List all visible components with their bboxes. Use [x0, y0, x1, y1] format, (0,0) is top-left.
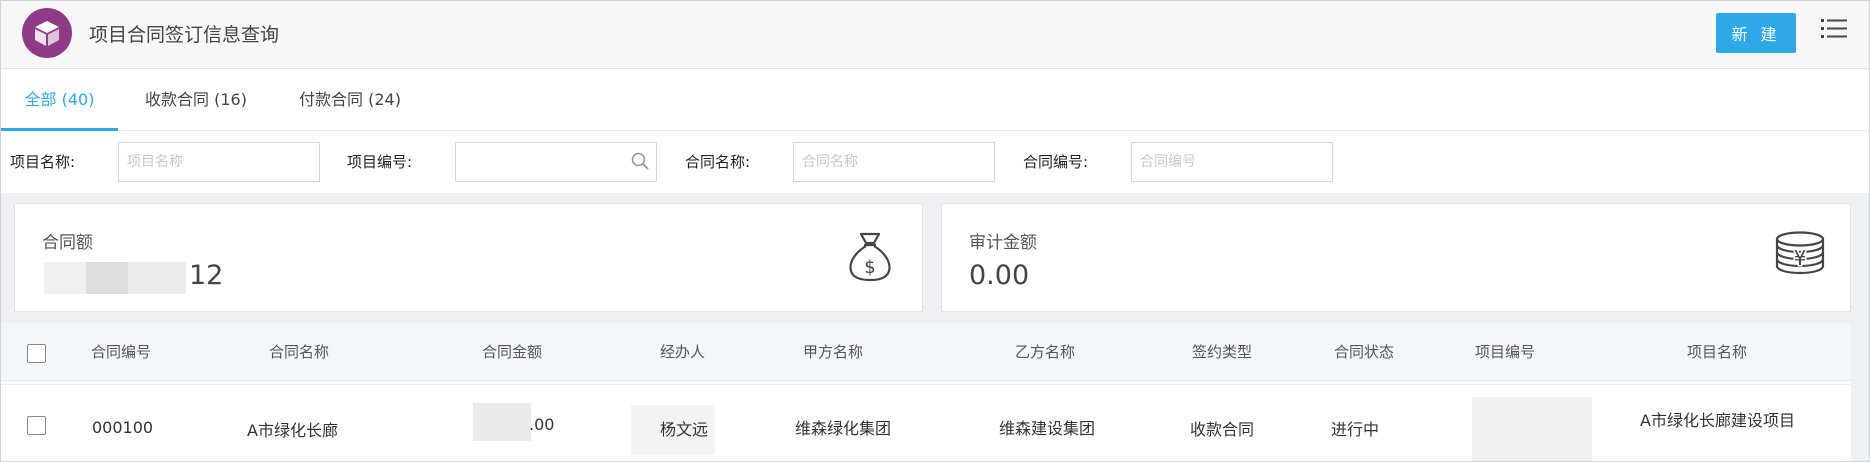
- handler-cell: 杨文远: [660, 420, 709, 439]
- project-code-input[interactable]: [455, 142, 657, 182]
- tab-receivable[interactable]: 收款合同 (16): [133, 69, 259, 131]
- audit-amount-value: 0.00: [969, 260, 1030, 291]
- project-name-label: 项目名称:: [10, 153, 76, 171]
- row-checkbox[interactable]: [27, 416, 46, 435]
- column-header[interactable]: 合同金额: [482, 341, 542, 362]
- table-header: 合同编号 合同名称 合同金额 经办人 甲方名称 乙方名称 签约类型 合同状态 项…: [1, 323, 1851, 381]
- column-header[interactable]: 经办人: [660, 341, 705, 362]
- contract-name-cell[interactable]: A市绿化长廊: [247, 417, 338, 441]
- status-cell: 进行中: [1331, 420, 1380, 439]
- search-icon[interactable]: [631, 152, 649, 174]
- contracts-table: 合同编号 合同名称 合同金额 经办人 甲方名称 乙方名称 签约类型 合同状态 项…: [1, 323, 1851, 461]
- redacted-block: [44, 262, 86, 294]
- filter-bar: 项目名称: 项目编号: 合同名称: 合同编号:: [1, 131, 1869, 193]
- svg-text:¥: ¥: [1794, 246, 1807, 270]
- sign-type-cell: 收款合同: [1190, 420, 1255, 439]
- app-window: 项目合同签订信息查询 新 建 全部 (40) 收款合同 (16) 付款合同 (2…: [0, 0, 1870, 462]
- audit-amount-label: 审计金额: [969, 233, 1037, 253]
- contract-amount-label: 合同额: [42, 233, 93, 253]
- select-all-checkbox[interactable]: [27, 344, 46, 363]
- contract-name-input[interactable]: [793, 142, 995, 182]
- contract-amount-cell: .00: [529, 415, 555, 434]
- column-header[interactable]: 合同状态: [1334, 341, 1394, 362]
- audit-amount-card: 审计金额 0.00 ¥: [941, 203, 1851, 312]
- yen-coins-icon: ¥: [1774, 230, 1826, 288]
- column-header[interactable]: 合同编号: [91, 341, 151, 362]
- party-a-cell: 维森绿化集团: [795, 419, 892, 438]
- contract-amount-value: 12: [189, 260, 224, 291]
- column-header[interactable]: 项目名称: [1687, 341, 1747, 362]
- redacted-block: [86, 262, 128, 294]
- money-bag-icon: $: [847, 230, 893, 286]
- page-header: 项目合同签订信息查询 新 建: [1, 1, 1869, 69]
- contract-tabs: 全部 (40) 收款合同 (16) 付款合同 (24): [1, 69, 1869, 131]
- svg-text:$: $: [864, 257, 875, 278]
- new-button[interactable]: 新 建: [1716, 13, 1796, 53]
- column-header[interactable]: 合同名称: [269, 341, 329, 362]
- redacted-block: [128, 262, 186, 294]
- project-name-cell[interactable]: A市绿化长廊建设项目: [1640, 407, 1795, 431]
- column-header[interactable]: 甲方名称: [803, 341, 863, 362]
- column-header[interactable]: 乙方名称: [1015, 341, 1075, 362]
- project-name-input[interactable]: [118, 142, 320, 182]
- contract-name-label: 合同名称:: [685, 153, 751, 171]
- redacted-block: [473, 403, 531, 441]
- redacted-block: [1472, 397, 1592, 461]
- tab-all[interactable]: 全部 (40): [1, 69, 118, 131]
- list-menu-icon[interactable]: [1821, 17, 1849, 45]
- column-header[interactable]: 签约类型: [1192, 341, 1252, 362]
- column-header[interactable]: 项目编号: [1475, 341, 1535, 362]
- row-divider: [1, 384, 1851, 385]
- contract-code-label: 合同编号:: [1023, 153, 1089, 171]
- contract-code-input[interactable]: [1131, 142, 1333, 182]
- project-code-label: 项目编号:: [347, 153, 413, 171]
- page-title: 项目合同签订信息查询: [89, 24, 280, 46]
- contract-code-cell: 000100: [92, 418, 154, 437]
- party-b-cell: 维森建设集团: [999, 419, 1096, 438]
- package-box-icon: [22, 8, 72, 58]
- contract-amount-card: 合同额 12 $: [14, 203, 923, 312]
- tab-payable[interactable]: 付款合同 (24): [287, 69, 413, 131]
